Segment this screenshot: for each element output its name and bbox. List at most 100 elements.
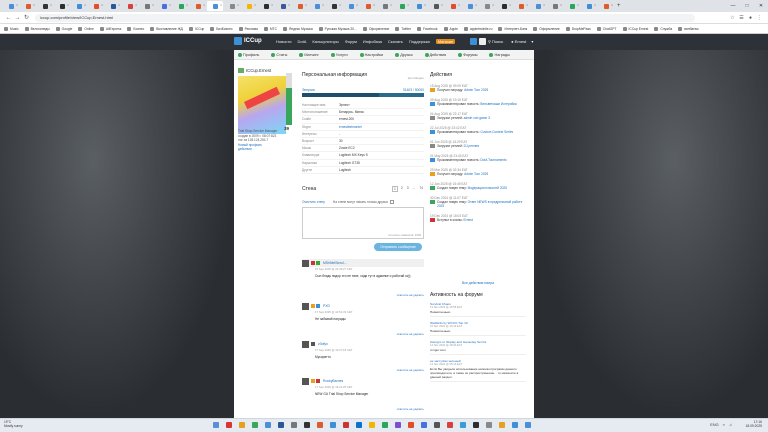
clock[interactable]: 17:16 18.09.2025: [745, 420, 762, 428]
notifications-icon[interactable]: [470, 38, 477, 45]
bookmark-item[interactable]: AliExpress: [99, 26, 121, 31]
only-friends-checkbox[interactable]: [389, 200, 394, 204]
weather-widget[interactable]: 19°C Mostly sunny: [4, 420, 23, 428]
browser-tab[interactable]: ×: [479, 1, 495, 11]
nav-item[interactable]: Форум: [345, 39, 357, 44]
bookmark-item[interactable]: БизБизнес: [210, 26, 233, 31]
subnav-item[interactable]: Статы: [271, 52, 293, 57]
tab-close-icon[interactable]: ×: [203, 3, 205, 7]
browser-tab[interactable]: ×: [190, 1, 206, 11]
profile-actions-link[interactable]: действия: [238, 147, 292, 152]
browser-tab[interactable]: ×: [445, 1, 461, 11]
action-link[interactable]: Admin Tour 2025: [464, 88, 488, 92]
browser-tab[interactable]: ×: [156, 1, 172, 11]
tab-close-icon[interactable]: ×: [492, 3, 494, 7]
post-reply-link[interactable]: ответить на: [397, 293, 413, 297]
post-delete-link[interactable]: удалить: [413, 407, 424, 411]
tab-close-icon[interactable]: ×: [254, 3, 256, 7]
post-username[interactable]: RockyBarnes: [323, 379, 343, 383]
browser-tab[interactable]: ×: [547, 1, 563, 11]
tab-close-icon[interactable]: ×: [118, 3, 120, 7]
subnav-item[interactable]: Друзья: [395, 52, 418, 57]
bookmark-item[interactable]: Online: [78, 26, 94, 31]
taskbar-app[interactable]: [301, 420, 312, 430]
taskbar-app[interactable]: [379, 420, 390, 430]
tab-close-icon[interactable]: ×: [322, 3, 324, 7]
bookmark-item[interactable]: Яндекс Музыка: [283, 26, 313, 31]
bookmark-item[interactable]: Twitter: [395, 26, 411, 31]
tab-close-icon[interactable]: ×: [271, 3, 273, 7]
browser-tab[interactable]: ×: [309, 1, 325, 11]
taskbar-app[interactable]: [288, 420, 299, 430]
bookmark-item[interactable]: ICCup: [188, 26, 204, 31]
all-actions-link[interactable]: Все действия юзера: [430, 281, 526, 285]
nav-item[interactable]: DotA: [297, 39, 306, 44]
browser-tab[interactable]: ×: [326, 1, 342, 11]
page-link[interactable]: 2: [400, 186, 404, 192]
profile-icon[interactable]: ●: [746, 15, 755, 21]
browser-tab[interactable]: ×: [241, 1, 257, 11]
post-username[interactable]: z0ofyx: [318, 342, 328, 346]
subnav-item[interactable]: Настройки: [359, 52, 390, 57]
close-icon[interactable]: ✕: [754, 0, 768, 12]
subnav-item[interactable]: Действия: [424, 52, 453, 57]
browser-tab[interactable]: ×: [411, 1, 427, 11]
nav-item-shop[interactable]: Магазин: [435, 39, 456, 44]
nav-item[interactable]: Поддержка: [409, 39, 430, 44]
bookmark-item[interactable]: Music: [4, 26, 19, 31]
browser-tab[interactable]: ×: [122, 1, 138, 11]
browser-tab[interactable]: ×: [496, 1, 512, 11]
subnav-item[interactable]: Награды: [489, 52, 515, 57]
taskbar-app[interactable]: [457, 420, 468, 430]
taskbar-app[interactable]: [262, 420, 273, 430]
tab-close-icon[interactable]: ×: [509, 3, 511, 7]
subnav-item[interactable]: Услуги: [330, 52, 354, 57]
bookmark-item[interactable]: Facebook: [417, 26, 438, 31]
bookmark-item[interactable]: Русская Музыка 20...: [318, 26, 357, 31]
post-username[interactable]: PXD: [323, 304, 330, 308]
tab-close-icon[interactable]: ×: [50, 3, 52, 7]
tab-close-icon[interactable]: ×: [611, 3, 613, 7]
bookmark-item[interactable]: МТС: [263, 26, 277, 31]
menu-icon[interactable]: ⋮: [755, 15, 764, 21]
search-link[interactable]: ⚲ Поиск: [488, 39, 507, 44]
tab-close-icon[interactable]: ×: [33, 3, 35, 7]
tab-close-icon[interactable]: ×: [373, 3, 375, 7]
action-link[interactable]: DJ рeплеи: [464, 144, 479, 148]
subnav-item[interactable]: Матчинг: [299, 52, 325, 57]
taskbar-app[interactable]: [509, 420, 520, 430]
site-logo[interactable]: ICCup: [234, 37, 262, 45]
tab-close-icon[interactable]: ×: [526, 3, 528, 7]
browser-tab[interactable]: ×: [37, 1, 53, 11]
tab-close-icon[interactable]: ×: [169, 3, 171, 7]
browser-tab[interactable]: ×: [71, 1, 87, 11]
browser-tab[interactable]: ×: [598, 1, 614, 11]
taskbar-app[interactable]: [483, 420, 494, 430]
page-link[interactable]: ...: [412, 186, 417, 192]
browser-tab[interactable]: ×: [394, 1, 410, 11]
taskbar-app[interactable]: [392, 420, 403, 430]
taskbar-app[interactable]: [223, 420, 234, 430]
post-delete-link[interactable]: удалить: [413, 293, 424, 297]
subnav-item[interactable]: Профиль: [238, 52, 265, 57]
browser-tab[interactable]: ×: [581, 1, 597, 11]
tab-close-icon[interactable]: ×: [441, 3, 443, 7]
post-reply-link[interactable]: ответить на: [397, 407, 413, 411]
action-link[interactable]: Модерация новостей 2025: [468, 186, 507, 190]
taskbar-app[interactable]: [470, 420, 481, 430]
nav-item[interactable]: Инфобаза: [363, 39, 382, 44]
tab-close-icon[interactable]: ×: [16, 3, 18, 7]
forward-icon[interactable]: →: [13, 15, 22, 21]
browser-tab[interactable]: ×: [360, 1, 376, 11]
taskbar-app[interactable]: [353, 420, 364, 430]
tab-close-icon[interactable]: ×: [339, 3, 341, 7]
media-tag[interactable]: фото/видео: [408, 76, 424, 80]
back-icon[interactable]: ←: [4, 15, 13, 21]
bookmark-item[interactable]: Apple: [443, 26, 458, 31]
extensions-icon[interactable]: ☰: [737, 15, 746, 21]
post-avatar[interactable]: [302, 340, 309, 348]
tab-close-icon[interactable]: ×: [152, 3, 154, 7]
nav-item[interactable]: Новости: [276, 39, 291, 44]
taskbar-app[interactable]: [275, 420, 286, 430]
action-link[interactable]: Ernest: [464, 218, 473, 222]
